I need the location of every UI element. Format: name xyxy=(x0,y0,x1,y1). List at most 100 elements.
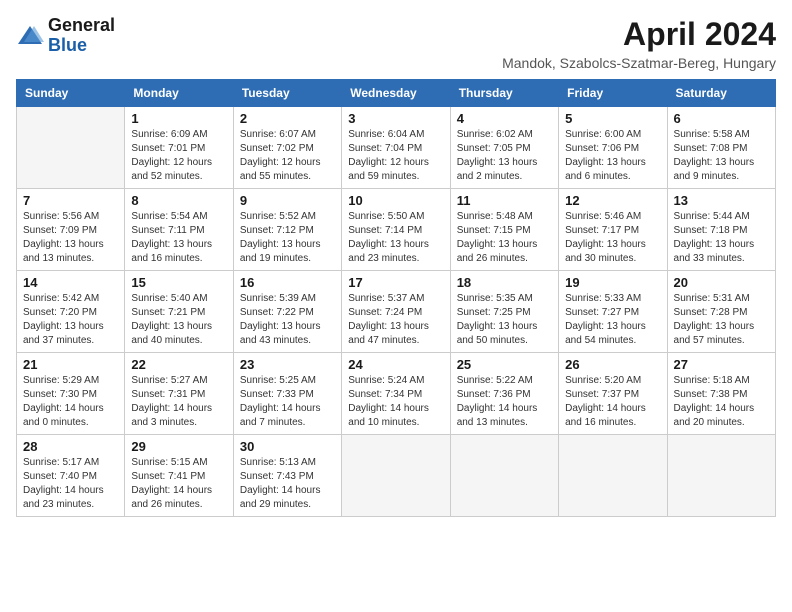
calendar-cell xyxy=(559,435,667,517)
logo-icon xyxy=(16,22,44,50)
calendar-week-row: 1 Sunrise: 6:09 AMSunset: 7:01 PMDaylight… xyxy=(17,107,776,189)
day-info: Sunrise: 5:54 AMSunset: 7:11 PMDaylight:… xyxy=(131,210,226,266)
day-number: 4 xyxy=(457,111,552,126)
page-header: General Blue April 2024 Mandok, Szabolcs… xyxy=(16,16,776,71)
calendar-cell: 10 Sunrise: 5:50 AMSunset: 7:14 PMDayligh… xyxy=(342,189,450,271)
calendar-cell: 5 Sunrise: 6:00 AMSunset: 7:06 PMDaylight… xyxy=(559,107,667,189)
day-number: 11 xyxy=(457,193,552,208)
calendar-week-row: 21 Sunrise: 5:29 AMSunset: 7:30 PMDayligh… xyxy=(17,353,776,435)
day-number: 1 xyxy=(131,111,226,126)
day-number: 5 xyxy=(565,111,660,126)
day-number: 2 xyxy=(240,111,335,126)
day-info: Sunrise: 5:52 AMSunset: 7:12 PMDaylight:… xyxy=(240,210,335,266)
calendar-cell xyxy=(667,435,775,517)
day-number: 24 xyxy=(348,357,443,372)
calendar-cell: 13 Sunrise: 5:44 AMSunset: 7:18 PMDayligh… xyxy=(667,189,775,271)
day-number: 3 xyxy=(348,111,443,126)
day-info: Sunrise: 5:29 AMSunset: 7:30 PMDaylight:… xyxy=(23,374,118,430)
day-info: Sunrise: 5:50 AMSunset: 7:14 PMDaylight:… xyxy=(348,210,443,266)
day-info: Sunrise: 5:35 AMSunset: 7:25 PMDaylight:… xyxy=(457,292,552,348)
day-info: Sunrise: 6:07 AMSunset: 7:02 PMDaylight:… xyxy=(240,128,335,184)
day-number: 22 xyxy=(131,357,226,372)
calendar-cell: 30 Sunrise: 5:13 AMSunset: 7:43 PMDayligh… xyxy=(233,435,341,517)
day-info: Sunrise: 5:37 AMSunset: 7:24 PMDaylight:… xyxy=(348,292,443,348)
day-info: Sunrise: 5:24 AMSunset: 7:34 PMDaylight:… xyxy=(348,374,443,430)
calendar-cell: 29 Sunrise: 5:15 AMSunset: 7:41 PMDayligh… xyxy=(125,435,233,517)
day-info: Sunrise: 5:40 AMSunset: 7:21 PMDaylight:… xyxy=(131,292,226,348)
day-info: Sunrise: 5:42 AMSunset: 7:20 PMDaylight:… xyxy=(23,292,118,348)
day-number: 10 xyxy=(348,193,443,208)
column-header-monday: Monday xyxy=(125,80,233,107)
day-info: Sunrise: 5:15 AMSunset: 7:41 PMDaylight:… xyxy=(131,456,226,512)
day-info: Sunrise: 5:39 AMSunset: 7:22 PMDaylight:… xyxy=(240,292,335,348)
calendar-cell: 17 Sunrise: 5:37 AMSunset: 7:24 PMDayligh… xyxy=(342,271,450,353)
day-number: 12 xyxy=(565,193,660,208)
calendar-cell: 7 Sunrise: 5:56 AMSunset: 7:09 PMDaylight… xyxy=(17,189,125,271)
day-info: Sunrise: 5:44 AMSunset: 7:18 PMDaylight:… xyxy=(674,210,769,266)
column-header-tuesday: Tuesday xyxy=(233,80,341,107)
day-info: Sunrise: 5:17 AMSunset: 7:40 PMDaylight:… xyxy=(23,456,118,512)
day-number: 30 xyxy=(240,439,335,454)
day-number: 26 xyxy=(565,357,660,372)
day-info: Sunrise: 5:56 AMSunset: 7:09 PMDaylight:… xyxy=(23,210,118,266)
day-number: 27 xyxy=(674,357,769,372)
day-number: 6 xyxy=(674,111,769,126)
day-number: 15 xyxy=(131,275,226,290)
day-number: 13 xyxy=(674,193,769,208)
day-info: Sunrise: 5:18 AMSunset: 7:38 PMDaylight:… xyxy=(674,374,769,430)
day-info: Sunrise: 5:48 AMSunset: 7:15 PMDaylight:… xyxy=(457,210,552,266)
calendar-cell: 21 Sunrise: 5:29 AMSunset: 7:30 PMDayligh… xyxy=(17,353,125,435)
calendar-cell: 4 Sunrise: 6:02 AMSunset: 7:05 PMDaylight… xyxy=(450,107,558,189)
day-number: 21 xyxy=(23,357,118,372)
day-number: 23 xyxy=(240,357,335,372)
day-info: Sunrise: 5:25 AMSunset: 7:33 PMDaylight:… xyxy=(240,374,335,430)
day-info: Sunrise: 6:09 AMSunset: 7:01 PMDaylight:… xyxy=(131,128,226,184)
calendar-cell: 24 Sunrise: 5:24 AMSunset: 7:34 PMDayligh… xyxy=(342,353,450,435)
calendar-cell: 8 Sunrise: 5:54 AMSunset: 7:11 PMDaylight… xyxy=(125,189,233,271)
calendar-cell: 3 Sunrise: 6:04 AMSunset: 7:04 PMDaylight… xyxy=(342,107,450,189)
day-info: Sunrise: 6:00 AMSunset: 7:06 PMDaylight:… xyxy=(565,128,660,184)
calendar-table: SundayMondayTuesdayWednesdayThursdayFrid… xyxy=(16,79,776,517)
day-info: Sunrise: 5:46 AMSunset: 7:17 PMDaylight:… xyxy=(565,210,660,266)
day-number: 8 xyxy=(131,193,226,208)
day-info: Sunrise: 5:13 AMSunset: 7:43 PMDaylight:… xyxy=(240,456,335,512)
calendar-cell: 11 Sunrise: 5:48 AMSunset: 7:15 PMDayligh… xyxy=(450,189,558,271)
calendar-cell: 16 Sunrise: 5:39 AMSunset: 7:22 PMDayligh… xyxy=(233,271,341,353)
calendar-cell: 23 Sunrise: 5:25 AMSunset: 7:33 PMDayligh… xyxy=(233,353,341,435)
day-number: 16 xyxy=(240,275,335,290)
column-header-sunday: Sunday xyxy=(17,80,125,107)
calendar-cell: 2 Sunrise: 6:07 AMSunset: 7:02 PMDaylight… xyxy=(233,107,341,189)
day-info: Sunrise: 6:04 AMSunset: 7:04 PMDaylight:… xyxy=(348,128,443,184)
calendar-week-row: 14 Sunrise: 5:42 AMSunset: 7:20 PMDayligh… xyxy=(17,271,776,353)
day-number: 14 xyxy=(23,275,118,290)
calendar-cell: 20 Sunrise: 5:31 AMSunset: 7:28 PMDayligh… xyxy=(667,271,775,353)
calendar-cell: 9 Sunrise: 5:52 AMSunset: 7:12 PMDaylight… xyxy=(233,189,341,271)
logo-text-general: General xyxy=(48,16,115,36)
day-info: Sunrise: 5:58 AMSunset: 7:08 PMDaylight:… xyxy=(674,128,769,184)
calendar-cell: 28Sunrise: 5:17 AMSunset: 7:40 PMDayligh… xyxy=(17,435,125,517)
calendar-header-row: SundayMondayTuesdayWednesdayThursdayFrid… xyxy=(17,80,776,107)
column-header-saturday: Saturday xyxy=(667,80,775,107)
day-number: 29 xyxy=(131,439,226,454)
calendar-cell: 27 Sunrise: 5:18 AMSunset: 7:38 PMDayligh… xyxy=(667,353,775,435)
calendar-cell: 15 Sunrise: 5:40 AMSunset: 7:21 PMDayligh… xyxy=(125,271,233,353)
calendar-week-row: 28Sunrise: 5:17 AMSunset: 7:40 PMDayligh… xyxy=(17,435,776,517)
day-info: Sunrise: 5:31 AMSunset: 7:28 PMDaylight:… xyxy=(674,292,769,348)
calendar-week-row: 7 Sunrise: 5:56 AMSunset: 7:09 PMDaylight… xyxy=(17,189,776,271)
day-number: 20 xyxy=(674,275,769,290)
calendar-subtitle: Mandok, Szabolcs-Szatmar-Bereg, Hungary xyxy=(502,55,776,71)
day-number: 25 xyxy=(457,357,552,372)
column-header-wednesday: Wednesday xyxy=(342,80,450,107)
logo: General Blue xyxy=(16,16,115,56)
day-number: 17 xyxy=(348,275,443,290)
day-number: 9 xyxy=(240,193,335,208)
calendar-cell: 18Sunrise: 5:35 AMSunset: 7:25 PMDayligh… xyxy=(450,271,558,353)
calendar-cell: 6 Sunrise: 5:58 AMSunset: 7:08 PMDaylight… xyxy=(667,107,775,189)
calendar-cell: 19 Sunrise: 5:33 AMSunset: 7:27 PMDayligh… xyxy=(559,271,667,353)
day-info: Sunrise: 6:02 AMSunset: 7:05 PMDaylight:… xyxy=(457,128,552,184)
day-info: Sunrise: 5:33 AMSunset: 7:27 PMDaylight:… xyxy=(565,292,660,348)
column-header-thursday: Thursday xyxy=(450,80,558,107)
day-number: 7 xyxy=(23,193,118,208)
day-number: 19 xyxy=(565,275,660,290)
calendar-cell xyxy=(342,435,450,517)
